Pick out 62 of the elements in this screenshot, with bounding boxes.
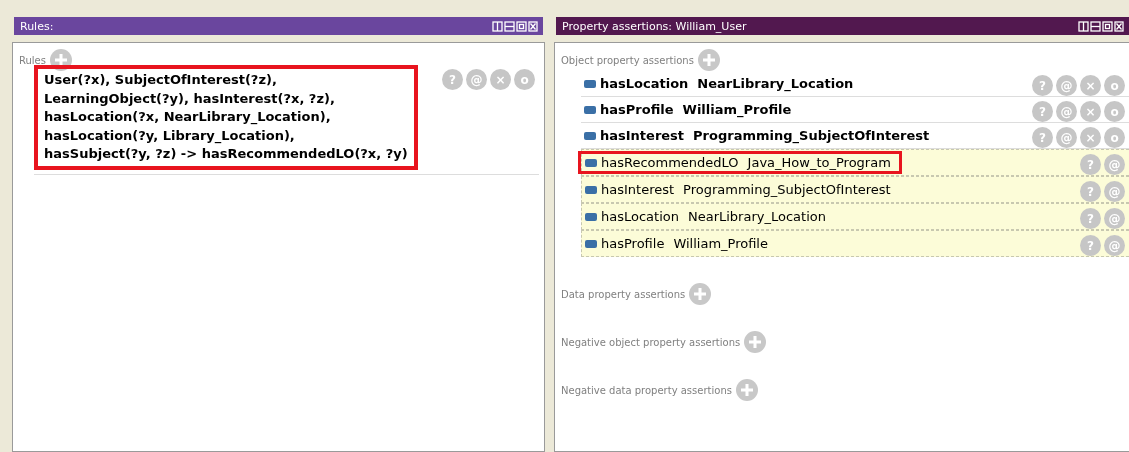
assertion-row[interactable]: hasProfile William_Profile ? @ × o [581, 97, 1129, 123]
section-label: Object property assertions [561, 54, 694, 66]
object-property-icon [585, 185, 597, 194]
property-name: hasLocation [601, 209, 679, 224]
action-button[interactable]: × [490, 69, 511, 90]
window-controls-icon[interactable] [1078, 20, 1124, 32]
property-name: hasLocation [600, 76, 689, 91]
object-property-icon [584, 131, 596, 140]
assertion-row[interactable]: hasLocation NearLibrary_Location ? @ [581, 203, 1129, 230]
action-button[interactable]: o [1104, 101, 1125, 122]
panel-title: Property assertions: William_User [562, 19, 747, 33]
property-name: hasInterest [600, 128, 685, 143]
section-label: Rules [19, 54, 46, 66]
action-button[interactable]: ? [1032, 127, 1053, 148]
object-property-icon [584, 105, 596, 114]
action-button[interactable]: o [514, 69, 535, 90]
window-controls-icon[interactable] [492, 20, 538, 32]
property-name: hasRecommendedLO [601, 155, 739, 170]
object-property-icon [584, 79, 596, 88]
property-value: William_Profile [682, 102, 792, 117]
action-button[interactable]: ? [1080, 181, 1101, 202]
action-button[interactable]: @ [466, 69, 487, 90]
action-button[interactable]: ? [1080, 235, 1101, 256]
property-value: Java_How_to_Program [747, 155, 891, 170]
add-icon[interactable] [50, 49, 72, 71]
action-button[interactable]: @ [1056, 101, 1077, 122]
assertion-row[interactable]: hasInterest Programming_SubjectOfInterest ? @ [581, 176, 1129, 203]
action-button[interactable]: @ [1104, 208, 1125, 229]
action-button[interactable]: × [1080, 127, 1101, 148]
section-label: Data property assertions [561, 288, 686, 300]
action-button[interactable]: ? [1080, 154, 1101, 175]
action-button[interactable]: @ [1104, 154, 1125, 175]
property-name: hasProfile [600, 102, 674, 117]
assertion-row[interactable]: hasLocation NearLibrary_Location ? @ × o [581, 71, 1129, 97]
property-value: Programming_SubjectOfInterest [693, 128, 930, 143]
action-button[interactable]: ? [442, 69, 463, 90]
rule-text[interactable]: User(?x), SubjectOfInterest(?z), LearningObject(?y), hasInterest(?x, ?z), hasLocation(?x, NearLibrary_Location), hasLocation(?y, Library_Location), hasSubject(?y, ?z) -> hasRecommendedLO(?x, ?y) [34, 65, 418, 170]
property-value: NearLibrary_Location [687, 209, 826, 224]
action-button[interactable]: @ [1056, 127, 1077, 148]
action-button[interactable]: ? [1032, 75, 1053, 96]
assertion-row[interactable]: hasRecommendedLO Java_How_to_Program ? @ [581, 149, 1129, 176]
object-property-icon [585, 212, 597, 221]
action-button[interactable]: @ [1056, 75, 1077, 96]
action-button[interactable]: × [1080, 101, 1101, 122]
property-name: hasProfile [601, 236, 665, 251]
action-button[interactable]: o [1104, 75, 1125, 96]
action-button[interactable]: @ [1104, 235, 1125, 256]
object-property-icon [585, 158, 597, 167]
section-label: Negative data property assertions [561, 384, 732, 396]
action-button[interactable]: × [1080, 75, 1101, 96]
action-button[interactable]: o [1104, 127, 1125, 148]
panel-title: Rules: [20, 19, 54, 33]
property-name: hasInterest [601, 182, 675, 197]
action-button[interactable]: @ [1104, 181, 1125, 202]
property-value: NearLibrary_Location [697, 76, 854, 91]
action-button[interactable]: ? [1032, 101, 1053, 122]
object-property-icon [585, 239, 597, 248]
property-value: William_Profile [673, 236, 768, 251]
action-button[interactable]: ? [1080, 208, 1101, 229]
section-label: Negative object property assertions [561, 336, 741, 348]
assertion-row[interactable]: hasProfile William_Profile ? @ [581, 230, 1129, 257]
property-value: Programming_SubjectOfInterest [683, 182, 891, 197]
